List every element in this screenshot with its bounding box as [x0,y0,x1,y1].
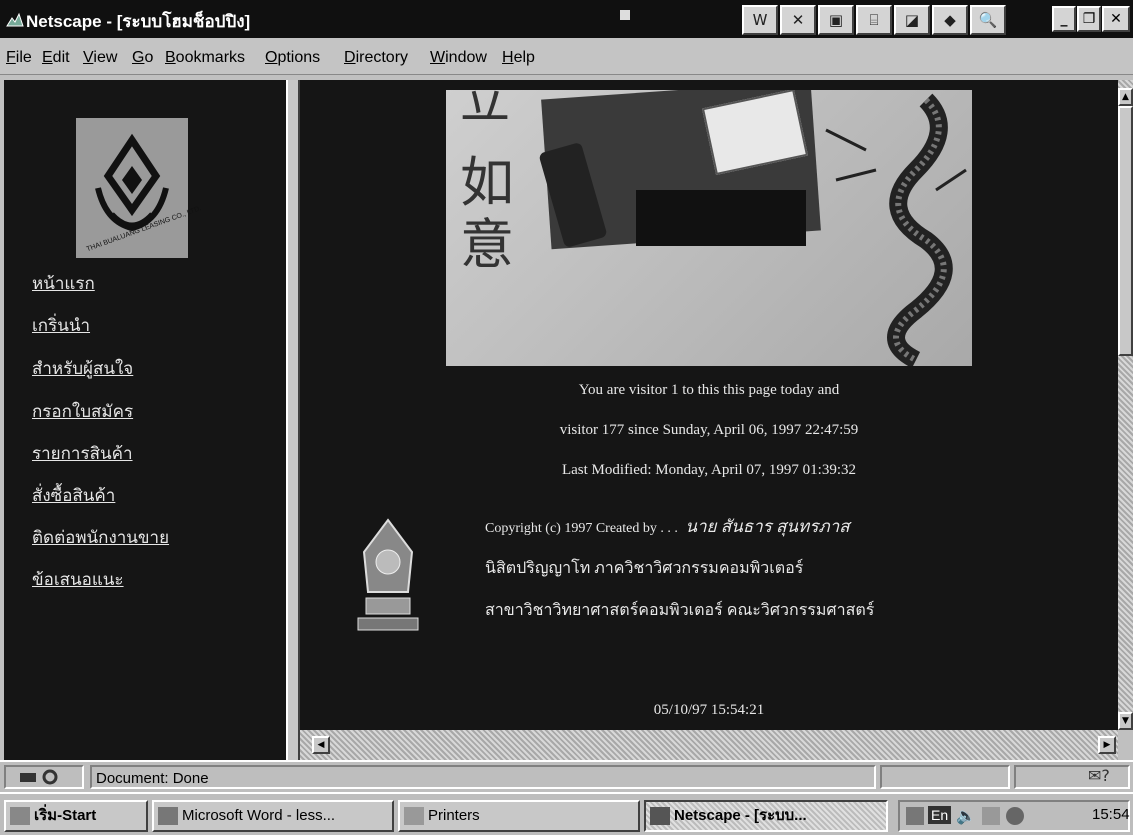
task-printers[interactable]: Printers [398,800,640,832]
menu-options[interactable]: Options [265,49,320,67]
excel-icon[interactable]: ✕ [780,5,816,35]
content-frame: 立 如 意 You are visitor 1 to this this pag… [300,80,1118,730]
progress-panel [880,765,1010,789]
frame-divider[interactable] [286,80,300,760]
volume-icon[interactable]: 🔈 [956,806,976,825]
schedule-icon[interactable]: ◪ [894,5,930,35]
vertical-scroll-thumb[interactable] [1118,106,1133,356]
menu-directory[interactable]: Directory [344,49,408,67]
status-text: Document: Done [96,770,209,787]
visitor-today-text: You are visitor 1 to this this page toda… [578,382,840,398]
language-indicator[interactable]: En [928,806,952,824]
security-key-icon [20,769,58,785]
menu-window[interactable]: Window [430,49,487,67]
scroll-right-button[interactable]: ▶ [1098,736,1116,754]
company-logo: THAI BUALUANG LEASING CO., LTD. [76,118,202,258]
start-button[interactable]: เริ่ม-Start [4,800,148,832]
maximize-button[interactable]: ❐ [1077,6,1101,32]
dragon-illustration [825,93,967,366]
author-name: นาย สันธาร สุนทรภาส [685,517,850,536]
tray-app-icon[interactable] [1006,807,1024,825]
access-icon[interactable]: ⌸ [856,5,892,35]
powerpoint-icon[interactable]: ▣ [818,5,854,35]
taskbar: เริ่ม-Start Microsoft Word - less... Pri… [0,792,1133,835]
horizontal-scrollbar[interactable] [300,730,1118,760]
nav-link-interested[interactable]: สำหรับผู้สนใจ [32,355,133,382]
minimize-button[interactable]: _ [1052,6,1076,32]
window-title: Netscape - [ระบบโฮมช็อปปิง] [26,12,251,31]
menu-bar: File Edit View Go Bookmarks Options Dire… [0,38,1133,75]
task-label: Netscape - [ระบบ... [674,807,807,824]
nav-link-product-list[interactable]: รายการสินค้า [32,440,133,467]
nav-link-suggestions[interactable]: ข้อเสนอแนะ [32,566,124,593]
security-indicator[interactable] [4,765,84,789]
degree-text: นิสิตปริญญาโท ภาควิชาวิศวกรรมคอมพิวเตอร์ [485,560,804,577]
nav-link-order[interactable]: สั่งซื้อสินค้า [32,482,115,509]
status-bar: Document: Done ✉? [0,760,1133,792]
menu-help[interactable]: Help [502,49,535,67]
netscape-icon [650,807,670,826]
university-seal-icon [357,518,419,631]
copyright-line: Copyright (c) 1997 Created by . . . นาย … [485,513,850,540]
copyright-prefix: Copyright (c) 1997 Created by . . . [485,521,678,536]
department-text: สาขาวิชาวิทยาศาสตร์คอมพิวเตอร์ คณะวิศวกร… [485,602,875,619]
menu-file[interactable]: File [6,49,32,67]
gift-chest [636,190,806,246]
windows-logo-icon [10,807,30,826]
netscape-icon [6,12,24,27]
word-icon [158,807,178,826]
banner-image: 立 如 意 [446,90,972,366]
mail-panel [1014,765,1130,789]
nav-link-intro[interactable]: เกริ่นนำ [32,312,90,339]
page-timestamp: 05/10/97 15:54:21 [653,702,765,718]
task-microsoft-word[interactable]: Microsoft Word - less... [152,800,394,832]
scroll-up-button[interactable]: ▲ [1118,88,1133,106]
scheduler-icon[interactable] [982,807,1000,825]
mail-icon[interactable]: ✉? [1088,766,1110,785]
menu-go[interactable]: Go [132,49,153,67]
scroll-down-button[interactable]: ▼ [1118,712,1133,730]
word-icon[interactable]: W [742,5,778,35]
nav-link-contact-sales[interactable]: ติดต่อพนักงานขาย [32,524,169,551]
menu-bookmarks[interactable]: Bookmarks [165,49,245,67]
find-icon[interactable]: 🔍 [970,5,1006,35]
clock: 15:54 [1092,806,1130,823]
visitor-total-text: visitor 177 since Sunday, April 06, 1997… [559,422,859,438]
menu-view[interactable]: View [83,49,117,67]
scroll-left-button[interactable]: ◀ [312,736,330,754]
chinese-glyph: 立 [460,90,510,129]
printer-icon [404,807,424,826]
title-bar[interactable]: Netscape - [ระบบโฮมช็อปปิง] W ✕ ▣ ⌸ ◪ ◆ … [0,0,1133,38]
close-button[interactable]: ✕ [1102,6,1130,32]
network-icon[interactable] [906,807,924,825]
start-label: เริ่ม-Start [34,807,97,824]
app-icon [620,10,630,20]
nav-link-application-form[interactable]: กรอกใบสมัคร [32,398,133,425]
last-modified-text: Last Modified: Monday, April 07, 1997 01… [561,462,856,478]
menu-edit[interactable]: Edit [42,49,70,67]
nav-link-home[interactable]: หน้าแรก [32,270,95,297]
task-label: Printers [428,807,480,824]
chinese-glyph: 意 [460,213,514,276]
task-label: Microsoft Word - less... [182,807,336,824]
bookbinder-icon[interactable]: ◆ [932,5,968,35]
navigation-frame: THAI BUALUANG LEASING CO., LTD. หน้าแรก … [4,80,286,760]
task-netscape[interactable]: Netscape - [ระบบ... [644,800,888,832]
